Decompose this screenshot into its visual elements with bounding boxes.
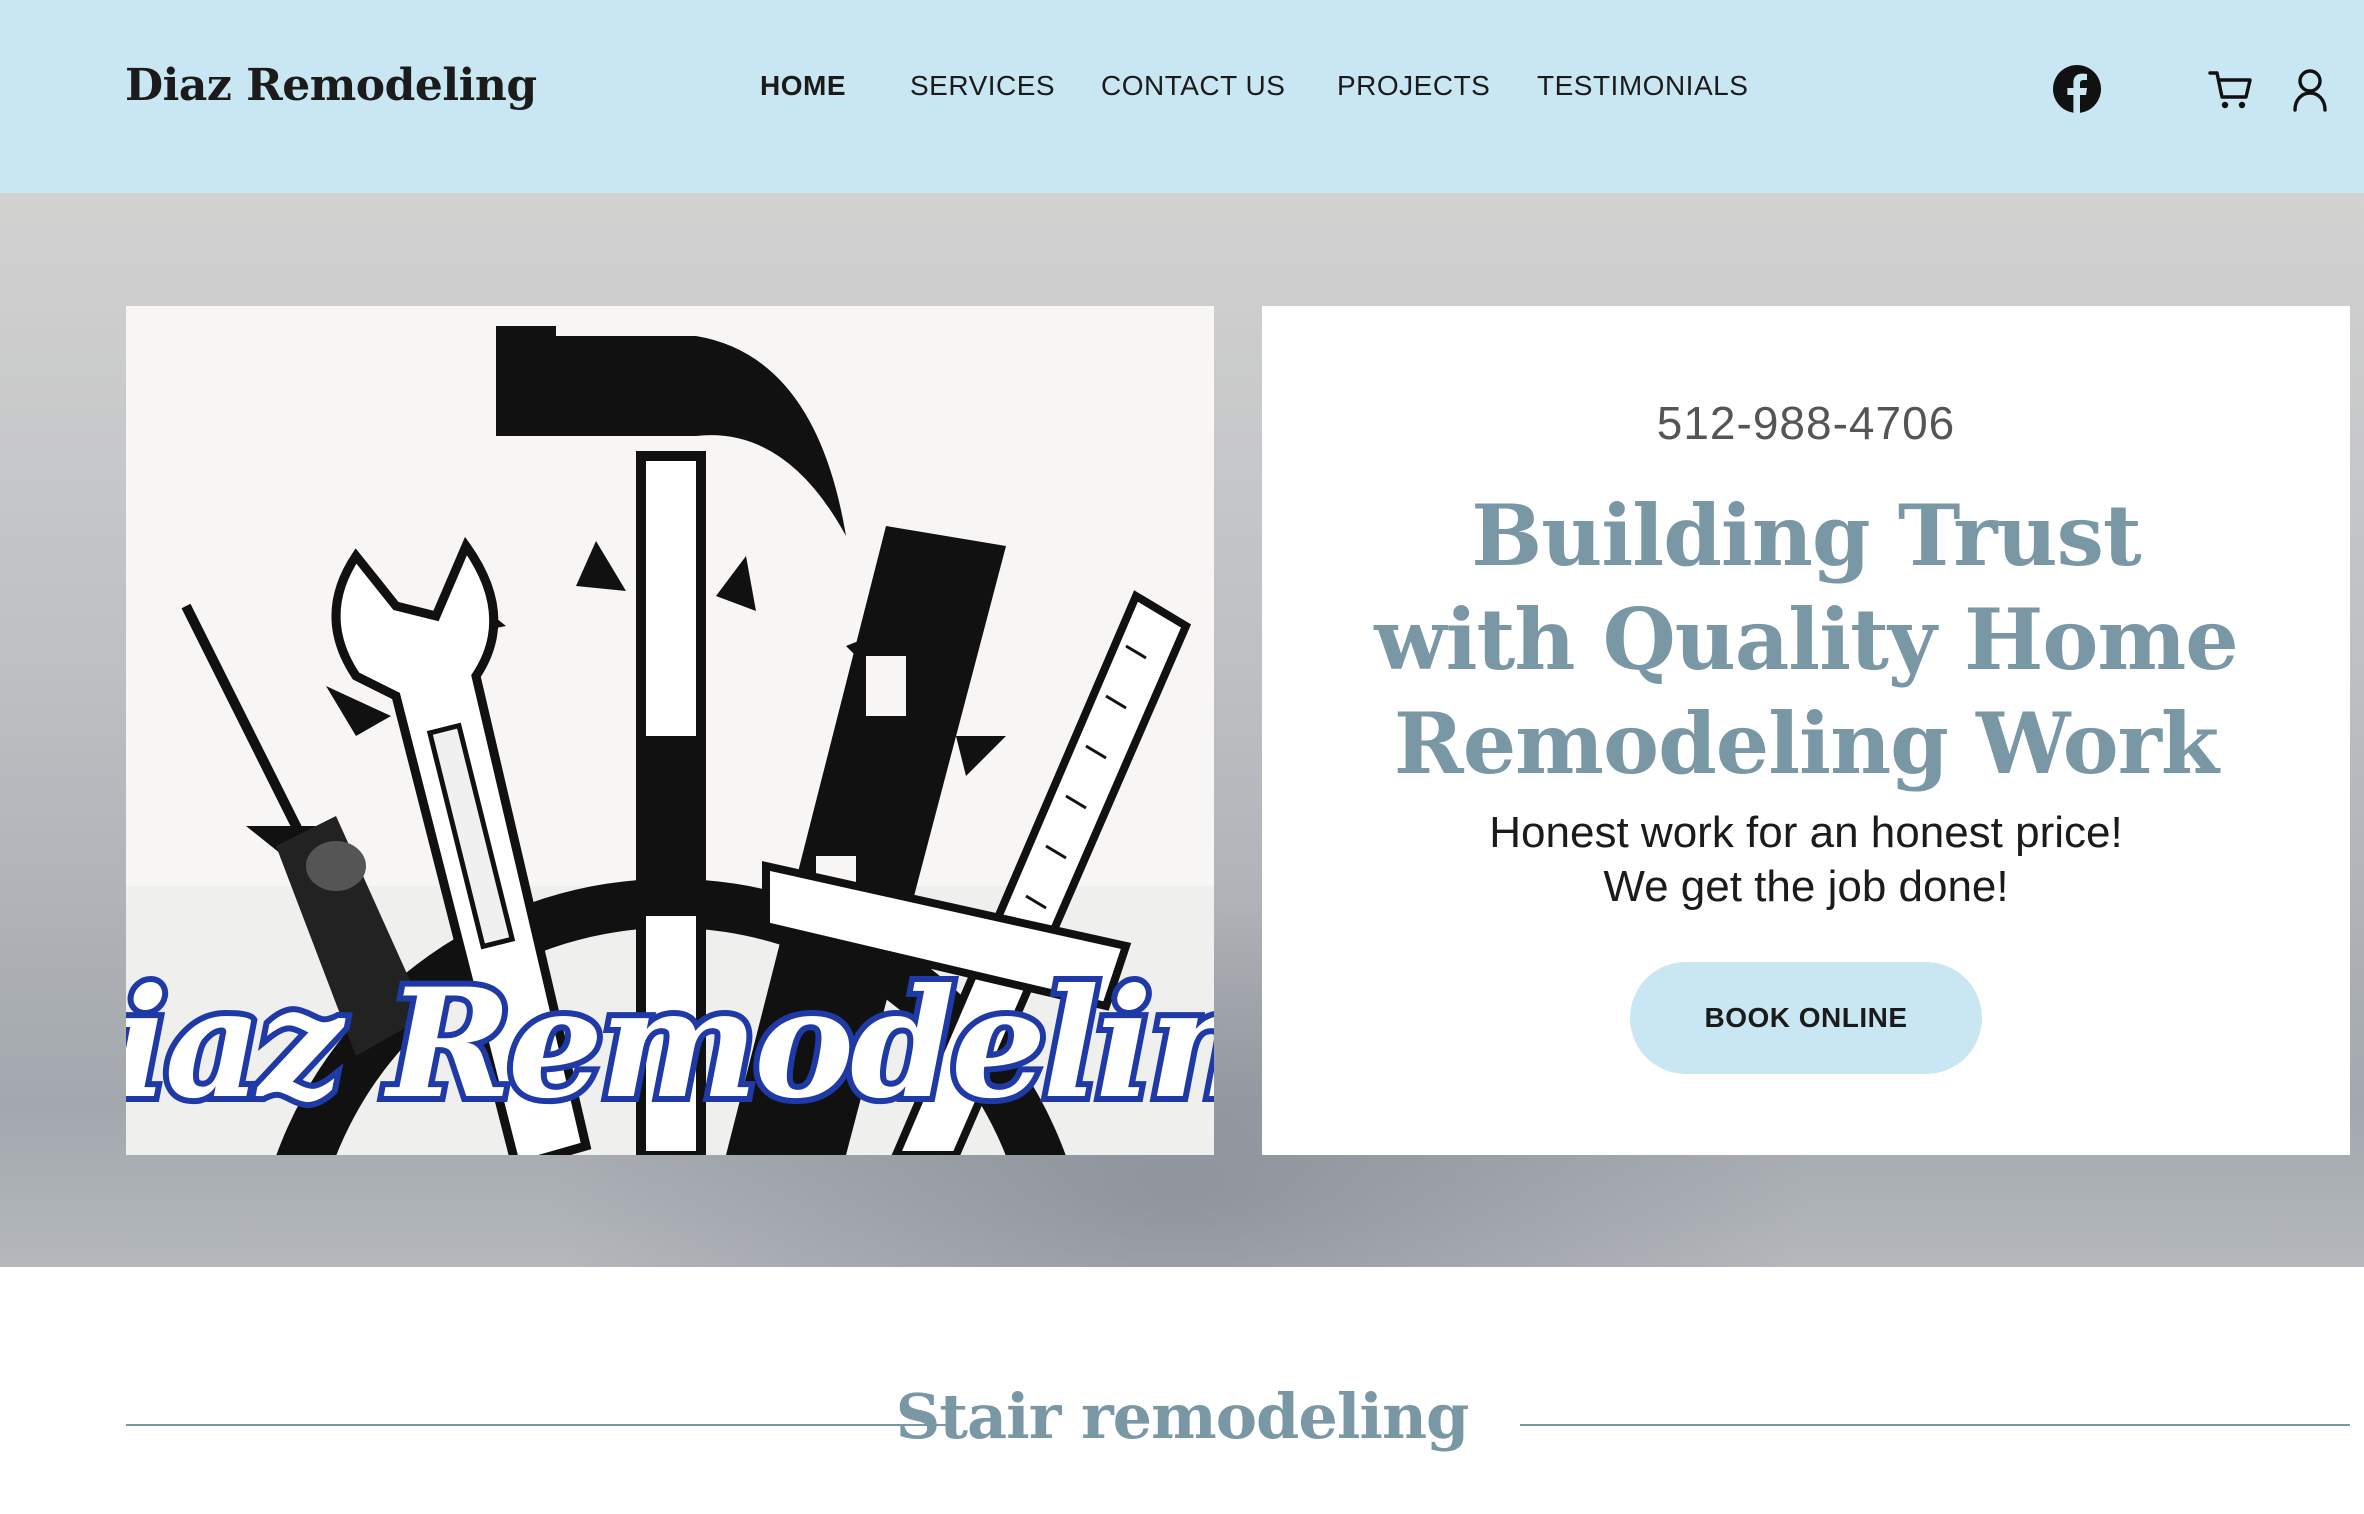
tools-illustration: Diaz Remodeling [126, 306, 1214, 1155]
cart-icon[interactable] [2208, 69, 2252, 111]
hero-logo-image: Diaz Remodeling [126, 306, 1214, 1155]
nav-home[interactable]: HOME [760, 70, 846, 102]
brand-logo-link[interactable]: Diaz Remodeling [125, 60, 537, 111]
hero-tagline: Honest work for an honest price! We get … [1262, 806, 2350, 914]
section-title: Stair remodeling [895, 1380, 1470, 1453]
hero-headline: Building Trust with Quality Home Remodel… [1374, 486, 2238, 793]
logo-script-text: Diaz Remodeling [126, 956, 1214, 1132]
phone-number[interactable]: 512-988-4706 [1262, 396, 2350, 450]
nav-services[interactable]: SERVICES [910, 70, 1055, 102]
book-online-button[interactable]: BOOK ONLINE [1630, 962, 1982, 1074]
tagline-line-1: Honest work for an honest price! [1489, 808, 2123, 857]
hero-card: 512-988-4706 Building Trust with Quality… [1262, 306, 2350, 1155]
nav-contact-us[interactable]: CONTACT US [1101, 70, 1285, 102]
site-header: Diaz Remodeling HOME SERVICES CONTACT US… [0, 0, 2364, 193]
nav-testimonials[interactable]: TESTIMONIALS [1537, 70, 1748, 102]
section-header: Stair remodeling [0, 1380, 2364, 1470]
account-icon[interactable] [2292, 68, 2328, 112]
tagline-line-2: We get the job done! [1603, 862, 2009, 911]
facebook-icon[interactable] [2053, 65, 2101, 113]
divider-right [1520, 1424, 2350, 1426]
nav-projects[interactable]: PROJECTS [1337, 70, 1490, 102]
